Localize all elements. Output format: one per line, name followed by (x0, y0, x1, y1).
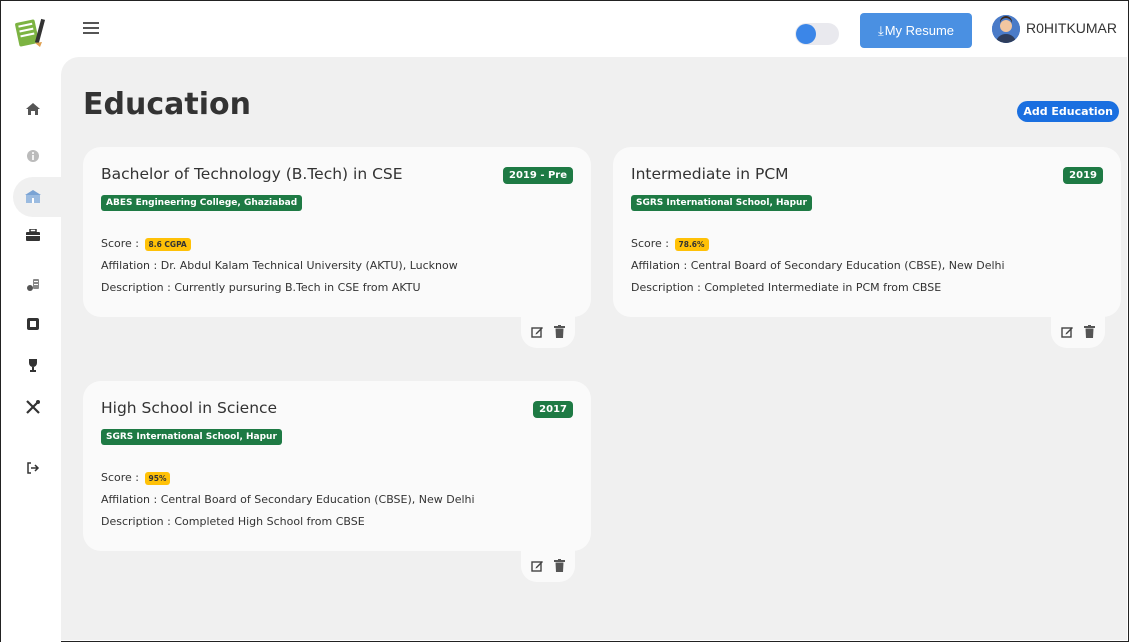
affiliation-line: Affilation : Dr. Abdul Kalam Technical U… (101, 259, 458, 272)
trash-icon[interactable] (552, 558, 566, 572)
score-line: Score : 8.6 CGPA (101, 237, 191, 251)
education-card: High School in Science 2017 SGRS Interna… (83, 381, 591, 551)
education-card: Bachelor of Technology (B.Tech) in CSE 2… (83, 147, 591, 317)
description-value: Currently pursuring B.Tech in CSE from A… (174, 281, 421, 294)
trash-icon[interactable] (1082, 324, 1096, 338)
card-title: Intermediate in PCM (631, 165, 789, 183)
affiliation-label: Affilation : (101, 259, 158, 272)
hamburger-menu-icon[interactable] (83, 19, 99, 35)
affiliation-label: Affilation : (101, 493, 158, 506)
download-icon: ⤓ (877, 22, 884, 38)
info-icon[interactable] (21, 144, 45, 168)
score-badge: 78.6% (674, 237, 709, 251)
briefcase-icon[interactable] (21, 223, 45, 247)
card-title: Bachelor of Technology (B.Tech) in CSE (101, 165, 403, 183)
edit-icon[interactable] (1060, 324, 1074, 338)
edit-icon[interactable] (530, 558, 544, 572)
card-actions (521, 314, 575, 348)
affiliation-value: Central Board of Secondary Education (CB… (690, 259, 1005, 272)
avatar[interactable] (992, 15, 1020, 43)
edit-icon[interactable] (530, 324, 544, 338)
logout-icon[interactable] (21, 456, 45, 480)
affiliation-line: Affilation : Central Board of Secondary … (631, 259, 1005, 272)
tools-icon[interactable] (21, 395, 45, 419)
year-badge: 2017 (533, 401, 573, 418)
affiliation-value: Central Board of Secondary Education (CB… (160, 493, 475, 506)
school-badge: ABES Engineering College, Ghaziabad (101, 195, 303, 211)
description-line: Description : Completed High School from… (101, 515, 365, 528)
description-value: Completed High School from CBSE (174, 515, 365, 528)
score-label: Score : (101, 471, 140, 484)
description-value: Completed Intermediate in PCM from CBSE (704, 281, 942, 294)
school-badge: SGRS International School, Hapur (631, 195, 812, 211)
card-actions (521, 548, 575, 582)
trophy-icon[interactable] (21, 353, 45, 377)
affiliation-value: Dr. Abdul Kalam Technical University (AK… (160, 259, 458, 272)
theme-toggle[interactable] (795, 23, 839, 45)
affiliation-line: Affilation : Central Board of Secondary … (101, 493, 475, 506)
page-title: Education (83, 87, 251, 122)
my-resume-button[interactable]: ⤓ My Resume (860, 13, 972, 48)
add-education-button[interactable]: Add Education (1017, 101, 1119, 122)
description-label: Description : (101, 515, 171, 528)
card-title: High School in Science (101, 399, 278, 417)
score-badge: 8.6 CGPA (144, 237, 191, 251)
affiliation-label: Affilation : (631, 259, 688, 272)
score-label: Score : (101, 237, 140, 250)
score-badge: 95% (144, 471, 171, 485)
score-label: Score : (631, 237, 670, 250)
sidebar (1, 1, 61, 643)
main-content: Education Add Education Bachelor of Tech… (61, 57, 1127, 640)
education-card: Intermediate in PCM 2019 SGRS Internatio… (613, 147, 1121, 317)
year-badge: 2019 (1063, 167, 1103, 184)
skills-icon[interactable] (21, 273, 45, 297)
description-label: Description : (101, 281, 171, 294)
chip-icon[interactable] (21, 312, 45, 336)
trash-icon[interactable] (552, 324, 566, 338)
school-badge: SGRS International School, Hapur (101, 429, 282, 445)
home-icon[interactable] (21, 97, 45, 121)
description-line: Description : Currently pursuring B.Tech… (101, 281, 421, 294)
score-line: Score : 78.6% (631, 237, 709, 251)
my-resume-label: My Resume (884, 23, 955, 38)
topbar: ⤓ My Resume R0HITKUMAR (61, 1, 1128, 57)
description-line: Description : Completed Intermediate in … (631, 281, 941, 294)
year-badge: 2019 - Pre (503, 167, 573, 184)
card-actions (1051, 314, 1105, 348)
score-line: Score : 95% (101, 471, 171, 485)
description-label: Description : (631, 281, 701, 294)
education-icon[interactable] (21, 185, 45, 209)
username[interactable]: R0HITKUMAR (1026, 20, 1117, 36)
app-logo-icon[interactable] (13, 15, 47, 49)
